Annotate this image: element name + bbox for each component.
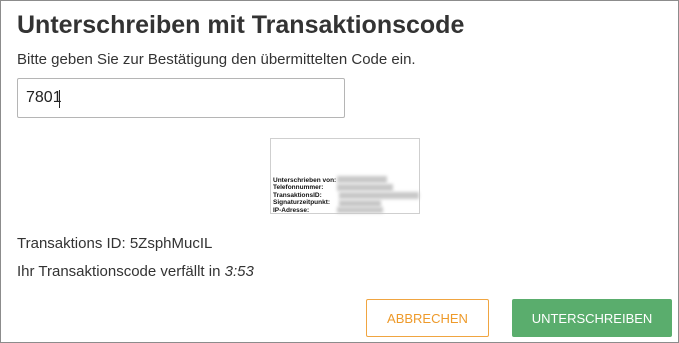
signature-label-phone: Telefonnummer:: [273, 184, 324, 192]
transaction-id: Transaktions ID: 5ZsphMucIL: [17, 235, 213, 252]
dialog-title: Unterschreiben mit Transaktionscode: [17, 11, 465, 39]
blurred-value: [339, 200, 381, 207]
transaction-code-input[interactable]: [17, 78, 345, 118]
expiry-countdown: 3:53: [224, 263, 254, 280]
blurred-value: [337, 184, 393, 191]
cancel-button[interactable]: ABBRECHEN: [366, 299, 489, 337]
blurred-value: [337, 176, 387, 183]
blurred-value: [337, 207, 383, 213]
signature-labels: Unterschrieben von: Telefonnummer: Trans…: [273, 177, 336, 214]
signature-preview: Unterschrieben von: Telefonnummer: Trans…: [270, 138, 420, 214]
sign-button[interactable]: UNTERSCHREIBEN: [512, 299, 672, 337]
signature-label-ip: IP-Adresse:: [273, 206, 310, 214]
instruction-text: Bitte geben Sie zur Bestätigung den über…: [17, 51, 416, 68]
signature-label-timestamp: Signaturzeitpunkt:: [273, 199, 331, 207]
signature-label-transaction-id: TransaktionsID:: [273, 191, 322, 199]
blurred-value: [339, 192, 419, 199]
text-cursor: [59, 90, 60, 108]
expiry-prefix: Ihr Transaktionscode verfällt in: [17, 263, 225, 280]
signature-label-signed-by: Unterschrieben von:: [273, 177, 337, 184]
code-expiry: Ihr Transaktionscode verfällt in 3:53: [17, 263, 254, 280]
sign-dialog: Unterschreiben mit Transaktionscode Bitt…: [0, 0, 679, 343]
